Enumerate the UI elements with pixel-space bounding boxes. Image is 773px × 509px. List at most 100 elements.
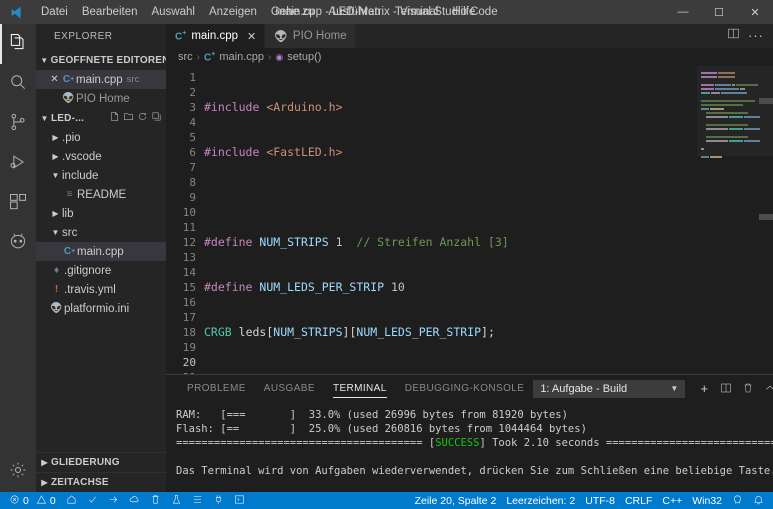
tab-debugging-konsole[interactable]: DEBUGGING-KONSOLE <box>396 375 534 402</box>
activity-source-control[interactable] <box>0 104 36 144</box>
tree-item-readme[interactable]: ≡ README <box>36 185 166 204</box>
ellipsis-icon[interactable]: ··· <box>748 29 764 42</box>
activity-explorer[interactable] <box>0 24 36 64</box>
minimize-button[interactable]: — <box>665 0 701 24</box>
tree-item-include[interactable]: ▼ include <box>36 166 166 185</box>
close-button[interactable]: ✕ <box>737 0 773 24</box>
minimap-slider[interactable] <box>697 66 773 156</box>
status-platform-target[interactable]: Win32 <box>687 492 727 509</box>
chevron-right-icon[interactable]: ▶ <box>49 152 62 161</box>
minimap-scrollbar-bottom[interactable] <box>759 214 773 220</box>
status-eol[interactable]: CRLF <box>620 492 657 509</box>
refresh-icon[interactable] <box>137 111 148 125</box>
activity-search[interactable] <box>0 64 36 104</box>
section-project[interactable]: ▼ LED-... <box>36 108 166 128</box>
menu-auswahl[interactable]: Auswahl <box>144 0 201 24</box>
status-notifications[interactable] <box>748 492 769 509</box>
menu-anzeigen[interactable]: Anzeigen <box>202 0 264 24</box>
status-problems[interactable]: 0 0 <box>4 492 61 509</box>
kill-terminal-button[interactable] <box>739 380 757 398</box>
chevron-down-icon[interactable]: ▼ <box>49 228 62 237</box>
collapse-all-icon[interactable] <box>151 111 162 125</box>
chevron-right-icon[interactable]: ▶ <box>49 209 62 218</box>
new-terminal-button[interactable]: + <box>695 380 713 398</box>
minimap[interactable] <box>697 66 773 374</box>
line-number: 14 <box>182 266 196 279</box>
maximize-panel-button[interactable] <box>761 380 773 398</box>
menu-ausfuehren[interactable]: Ausführen <box>321 0 387 24</box>
terminal-selector[interactable]: 1: Aufgabe - Build ▼ <box>533 379 686 398</box>
list-icon <box>192 494 203 508</box>
tab-pio-home[interactable]: 👽 PIO Home <box>265 24 356 48</box>
status-pio-build[interactable] <box>82 492 103 509</box>
new-file-icon[interactable] <box>109 111 120 125</box>
menu-gehe-zu[interactable]: Gehe zu <box>264 0 321 24</box>
tab-probleme[interactable]: PROBLEME <box>178 375 255 402</box>
section-outline[interactable]: ▶ GLIEDERUNG <box>36 452 166 472</box>
status-pio-home[interactable] <box>61 492 82 509</box>
status-pio-upload-ota[interactable] <box>124 492 145 509</box>
feedback-icon <box>732 494 743 508</box>
split-editor-icon[interactable] <box>727 27 740 45</box>
terminal-output[interactable]: RAM: [=== ] 33.0% (used 26996 bytes from… <box>166 402 773 492</box>
close-icon[interactable]: ✕ <box>48 74 61 85</box>
tree-item-pio[interactable]: ▶ .pio <box>36 128 166 147</box>
status-pio-serial-monitor[interactable] <box>208 492 229 509</box>
status-language-mode[interactable]: C++ <box>657 492 687 509</box>
tab-ausgabe[interactable]: AUSGABE <box>255 375 324 402</box>
status-indentation[interactable]: Leerzeichen: 2 <box>501 492 580 509</box>
section-open-editors[interactable]: ▼ GEÖFFNETE EDITOREN <box>36 50 166 70</box>
check-icon <box>87 494 98 508</box>
breadcrumb-src[interactable]: src <box>178 51 193 63</box>
line-number: 12 <box>182 236 196 249</box>
chevron-right-icon: ▶ <box>41 478 48 487</box>
line-number: 15 <box>182 281 196 294</box>
activity-extensions[interactable] <box>0 184 36 224</box>
activity-manage-settings[interactable] <box>0 452 36 492</box>
breadcrumb-symbol[interactable]: setup() <box>287 51 321 63</box>
status-feedback[interactable] <box>727 492 748 509</box>
section-timeline[interactable]: ▶ ZEITACHSE <box>36 472 166 492</box>
maximize-button[interactable]: ☐ <box>701 0 737 24</box>
code-editor[interactable]: 1 2 3 4 5 6 7 8 9 10 11 12 13 14 15 16 1… <box>166 66 773 374</box>
menu-terminal[interactable]: Terminal <box>388 0 445 24</box>
status-pio-tasks[interactable] <box>187 492 208 509</box>
tree-item-vscode[interactable]: ▶ .vscode <box>36 147 166 166</box>
tree-item-travis[interactable]: ! .travis.yml <box>36 280 166 299</box>
tab-main-cpp[interactable]: C+ main.cpp ✕ <box>166 24 266 48</box>
status-encoding[interactable]: UTF-8 <box>580 492 620 509</box>
tree-item-src[interactable]: ▼ src <box>36 223 166 242</box>
menu-bearbeiten[interactable]: Bearbeiten <box>75 0 145 24</box>
new-folder-icon[interactable] <box>123 111 134 125</box>
status-pio-terminal[interactable] <box>229 492 250 509</box>
open-editor-pio-home[interactable]: 👽 PIO Home <box>36 89 166 108</box>
tab-terminal[interactable]: TERMINAL <box>324 375 396 402</box>
menu-hilfe[interactable]: Hilfe <box>445 0 482 24</box>
activity-run-debug[interactable] <box>0 144 36 184</box>
tree-item-lib[interactable]: ▶ lib <box>36 204 166 223</box>
tree-item-gitignore[interactable]: ♦ .gitignore <box>36 261 166 280</box>
menu-datei[interactable]: Datei <box>34 0 75 24</box>
breadcrumb-file[interactable]: main.cpp <box>219 51 264 63</box>
chevron-down-icon[interactable]: ▼ <box>49 171 62 180</box>
chevron-right-icon[interactable]: ▶ <box>49 133 62 142</box>
line-number-current: 20 <box>182 356 196 369</box>
status-pio-clean[interactable] <box>145 492 166 509</box>
tab-label: main.cpp <box>191 30 238 42</box>
split-terminal-button[interactable] <box>717 380 735 398</box>
code-content[interactable]: #include <Arduino.h> #include <FastLED.h… <box>204 66 697 374</box>
minimap-scrollbar-top[interactable] <box>759 98 773 104</box>
close-icon[interactable]: ✕ <box>247 30 256 43</box>
activity-platformio[interactable] <box>0 224 36 264</box>
status-pio-upload[interactable] <box>103 492 124 509</box>
status-editor-position[interactable]: Zeile 20, Spalte 2 <box>410 492 502 509</box>
status-pio-test[interactable] <box>166 492 187 509</box>
tree-item-main-cpp[interactable]: C + main.cpp <box>36 242 166 261</box>
tree-item-platformio-ini[interactable]: 👽 platformio.ini <box>36 299 166 318</box>
warning-icon <box>36 494 47 508</box>
tree-item-label: platformio.ini <box>64 302 130 315</box>
status-bar-right: Zeile 20, Spalte 2 Leerzeichen: 2 UTF-8 … <box>410 492 769 509</box>
chevron-down-icon: ▼ <box>40 113 49 123</box>
open-editor-main-cpp[interactable]: ✕ C + main.cpp src <box>36 70 166 89</box>
